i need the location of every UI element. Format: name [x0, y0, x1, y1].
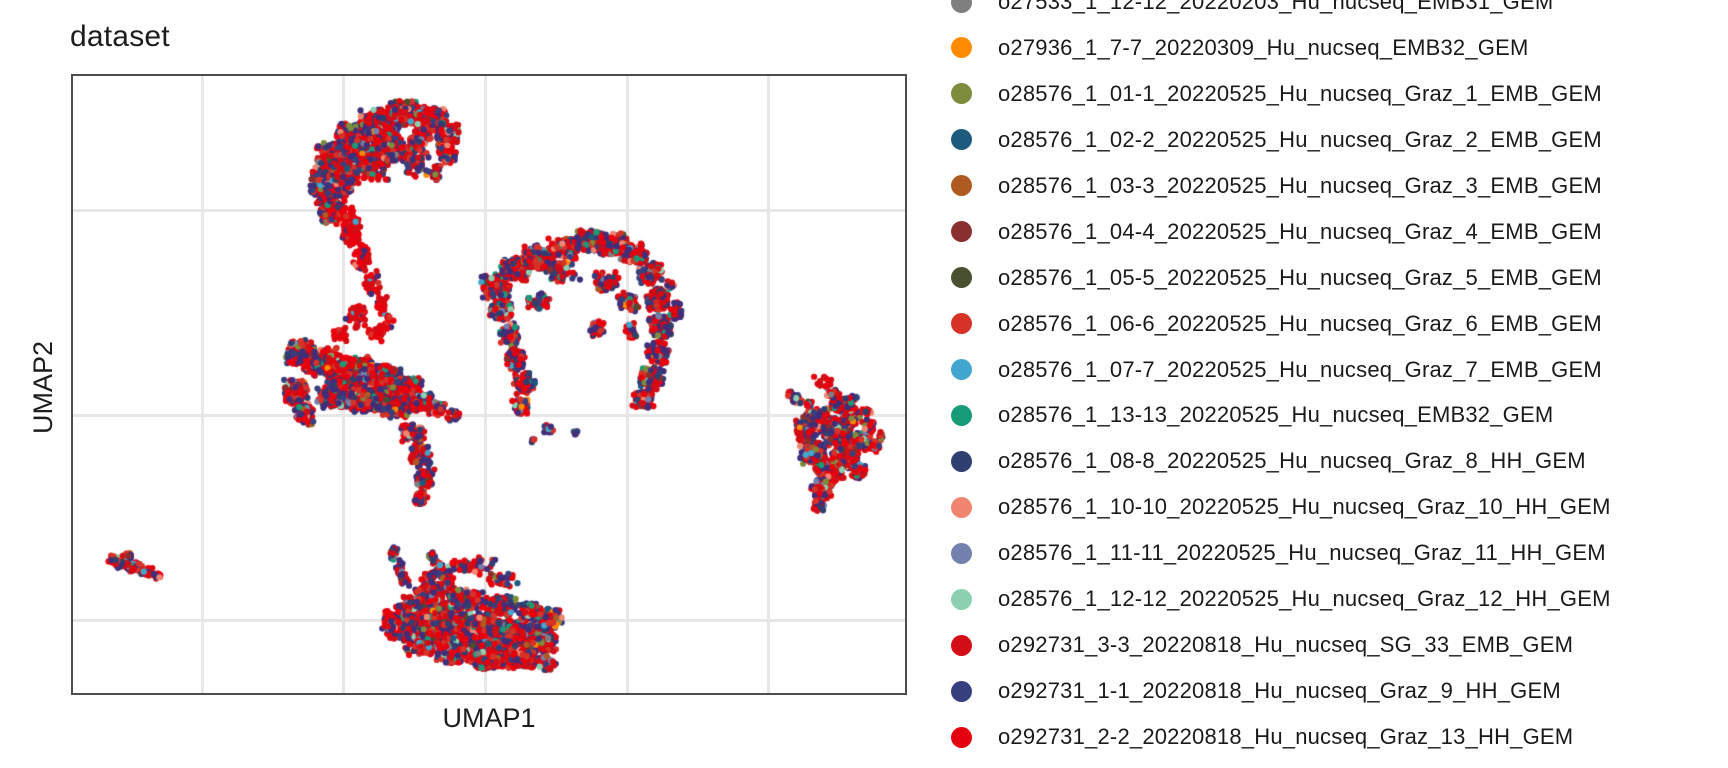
y-axis-label: UMAP2	[28, 78, 59, 697]
umap-scatter-canvas	[0, 0, 1728, 768]
plot-title: dataset	[70, 20, 170, 54]
x-axis-label: UMAP1	[73, 703, 905, 734]
